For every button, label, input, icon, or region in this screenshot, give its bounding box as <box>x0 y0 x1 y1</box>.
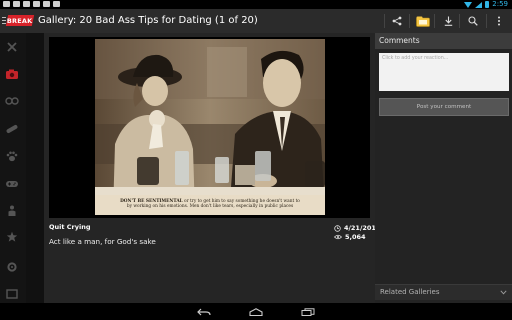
app-logo-text: BREAK <box>7 16 33 25</box>
notification-icon <box>33 1 40 7</box>
eye-icon <box>334 234 342 240</box>
recent-apps-button[interactable] <box>297 303 319 320</box>
caption-lead: DON'T BE SENTIMENTAL <box>120 199 183 204</box>
camera-icon <box>6 69 18 79</box>
notification-icon <box>3 1 10 7</box>
home-button[interactable] <box>245 303 267 320</box>
nav-rail <box>0 33 26 303</box>
status-indicators: 2:59 <box>464 0 508 9</box>
caption-line-2: by working on his emotions. Men don't li… <box>126 204 294 210</box>
folder-icon <box>416 16 430 27</box>
nav-item-fail[interactable] <box>4 123 20 135</box>
view-count-text: 5,064 <box>345 233 366 241</box>
nav-item-goggles[interactable] <box>4 95 20 107</box>
photo-title: Quit Crying <box>49 223 91 231</box>
close-icon <box>7 42 17 52</box>
comment-input[interactable] <box>379 53 509 91</box>
bandage-icon <box>6 125 18 133</box>
nav-item-videos[interactable] <box>4 68 20 80</box>
photo-description: Act like a man, for God's sake <box>49 237 156 246</box>
download-icon <box>444 16 452 26</box>
nav-item-games[interactable] <box>4 178 20 190</box>
download-button[interactable] <box>437 9 459 33</box>
nav-item-more[interactable] <box>4 231 20 243</box>
post-comment-button[interactable]: Post your comment <box>379 98 509 116</box>
notification-icon <box>23 1 30 7</box>
paw-icon <box>6 151 18 161</box>
back-icon <box>197 308 211 315</box>
action-divider <box>384 14 385 28</box>
search-icon <box>468 16 478 26</box>
page-title: Gallery: 20 Bad Ass Tips for Dating (1 o… <box>38 15 258 26</box>
star-icon <box>6 231 18 242</box>
share-button[interactable] <box>386 9 408 33</box>
notification-icons <box>3 1 60 7</box>
app-action-bar: BREAK Gallery: 20 Bad Ass Tips for Datin… <box>0 9 512 33</box>
chevron-down-icon <box>500 290 507 295</box>
search-button[interactable] <box>462 9 484 33</box>
system-nav-bar <box>0 303 512 320</box>
recent-apps-icon <box>301 307 315 316</box>
goggles-icon <box>5 97 19 105</box>
rail-shadow <box>26 33 44 303</box>
back-button[interactable] <box>193 303 215 320</box>
status-bar: 2:59 <box>0 0 512 9</box>
favorites-button[interactable] <box>412 9 434 33</box>
post-date: 4/21/2014 <box>334 224 380 232</box>
nav-item-animals[interactable] <box>4 150 20 162</box>
share-icon <box>392 16 402 26</box>
action-divider <box>459 14 460 28</box>
notification-icon <box>13 1 20 7</box>
app-logo[interactable]: BREAK <box>5 15 35 26</box>
nav-item-people[interactable] <box>4 205 20 217</box>
comments-heading: Comments <box>379 36 420 45</box>
status-clock: 2:59 <box>492 0 508 8</box>
action-divider <box>434 14 435 28</box>
related-galleries-heading: Related Galleries <box>380 288 440 296</box>
overflow-menu-button[interactable] <box>488 9 510 33</box>
gamepad-icon <box>6 181 18 187</box>
vintage-photo-image <box>95 39 325 214</box>
wifi-icon <box>464 1 473 8</box>
action-divider <box>486 14 487 28</box>
notification-icon <box>53 1 60 7</box>
overflow-menu-icon <box>498 16 500 26</box>
related-galleries-toggle[interactable]: Related Galleries <box>375 284 512 300</box>
signal-icon <box>475 1 483 8</box>
view-count: 5,064 <box>334 233 366 241</box>
gear-icon <box>7 262 17 272</box>
nav-item-settings[interactable] <box>4 261 20 273</box>
nav-item-close[interactable] <box>4 41 20 53</box>
notification-icon <box>43 1 50 7</box>
nav-item-bottom[interactable] <box>4 288 20 300</box>
box-icon <box>6 289 18 299</box>
gallery-photo[interactable] <box>95 39 325 214</box>
photo-caption: DON'T BE SENTIMENTAL or try to get him t… <box>95 195 325 215</box>
home-icon <box>249 307 263 316</box>
clock-icon <box>334 224 341 232</box>
action-divider <box>409 14 410 28</box>
battery-icon <box>485 1 490 8</box>
comments-header: Comments <box>375 33 512 49</box>
person-icon <box>8 205 16 216</box>
caption-line-1: or try to get him to say something he do… <box>182 199 300 204</box>
